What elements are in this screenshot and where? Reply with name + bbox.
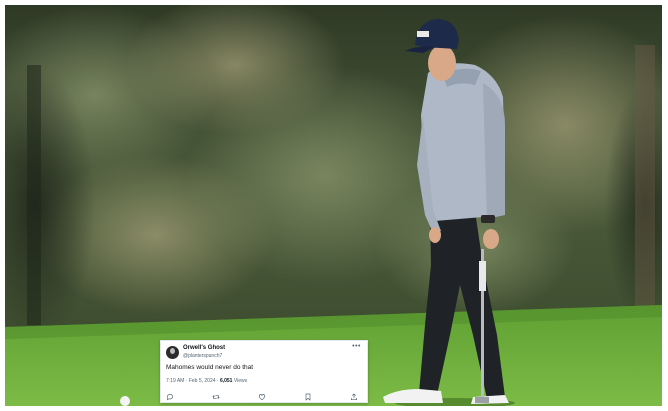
like-icon[interactable]	[258, 393, 266, 401]
tweet-date[interactable]: Feb 5, 2024	[189, 378, 216, 384]
tweet-display-name[interactable]: Orwell's Ghost	[183, 345, 225, 351]
more-horizontal-icon[interactable]: •••	[352, 343, 361, 350]
tweet-text: Mahomes would never do that	[166, 364, 254, 371]
tweet-actions-bar	[166, 393, 358, 401]
share-icon[interactable]	[350, 393, 358, 401]
tweet-meta: 7:19 AM · Feb 5, 2024 · 6,051 Views	[166, 378, 247, 384]
bookmark-icon[interactable]	[304, 393, 312, 401]
tweet-handle[interactable]: @planterspunch7	[183, 353, 222, 359]
tweet-time[interactable]: 7:19 AM	[166, 378, 184, 384]
golf-ball	[120, 396, 130, 406]
views-label: Views	[232, 378, 248, 384]
retweet-icon[interactable]	[212, 393, 220, 401]
tweet-card[interactable]: Orwell's Ghost @planterspunch7 ••• Mahom…	[160, 340, 368, 403]
avatar[interactable]	[166, 346, 179, 359]
reply-icon[interactable]	[166, 393, 174, 401]
views-count: 6,051	[219, 378, 233, 384]
